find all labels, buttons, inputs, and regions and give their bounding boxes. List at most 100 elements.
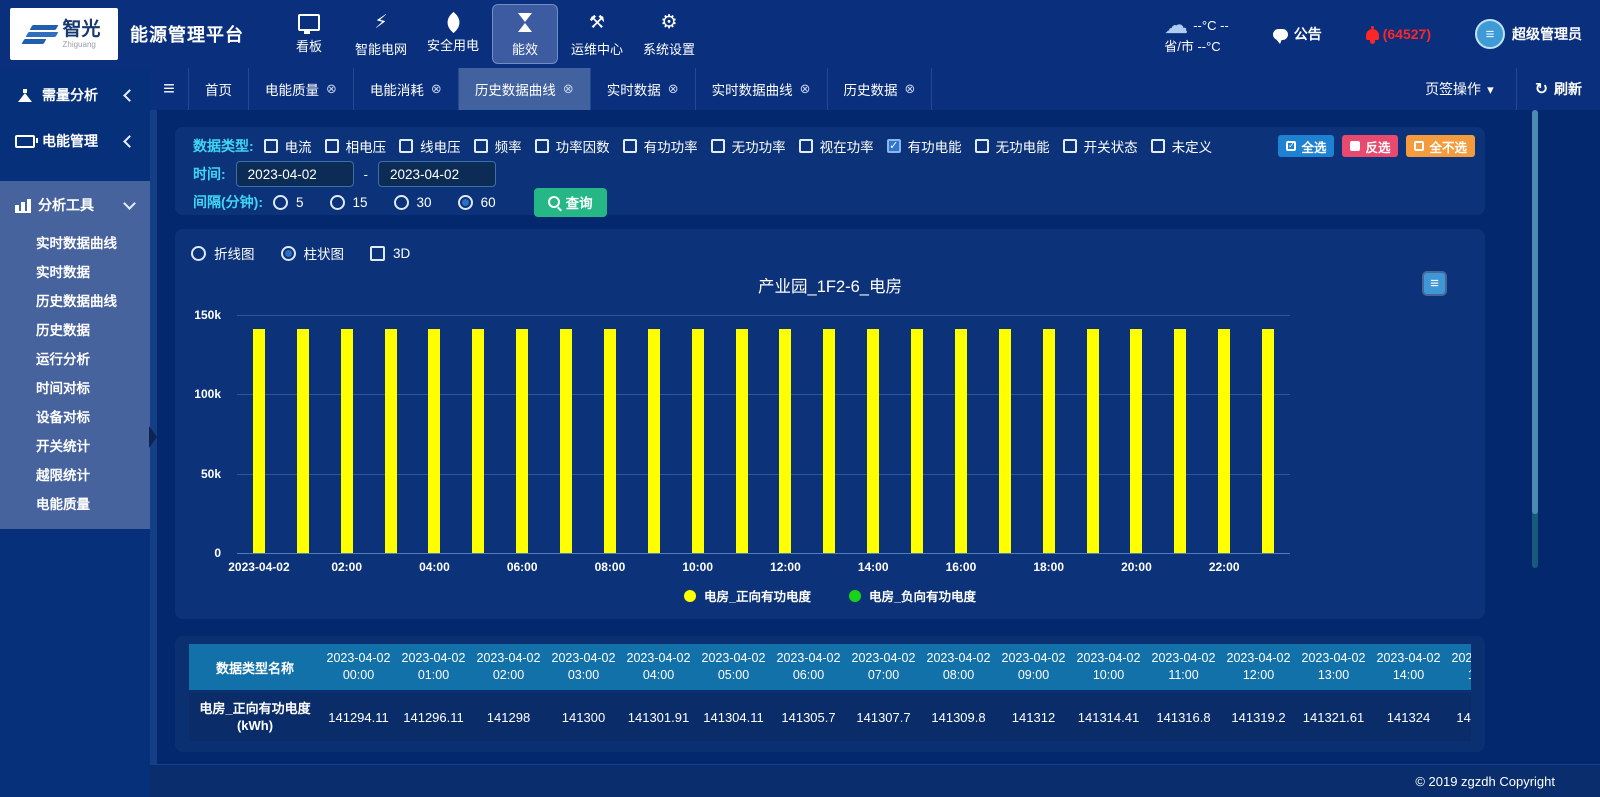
checkbox-icon [399,139,413,153]
gears-icon [660,10,677,34]
checkbox-icon [1063,139,1077,153]
chart-title: 产业园_1F2-6_电房 [175,273,1485,297]
table-row-label: 电房_正向有功电度 (kWh) [189,693,321,741]
chart-type-柱状图[interactable]: 柱状图 [281,243,345,263]
tab-close-icon[interactable] [800,81,811,97]
x-axis-labels: 2023-04-0202:0004:0006:0008:0010:0012:00… [237,560,1290,580]
topnav-item-系统设置[interactable]: 系统设置 [636,4,702,64]
datatype-checkbox-线电压[interactable]: 线电压 [399,136,461,156]
sidebar-collapse-handle[interactable] [149,426,157,448]
tab-close-icon[interactable] [563,81,574,97]
sidebar-item-实时数据[interactable]: 实时数据 [0,256,150,285]
tab-close-icon[interactable] [326,81,337,97]
refresh-button[interactable]: 刷新 [1516,68,1600,110]
table-col-header: 2023-04-0202:00 [471,644,546,690]
tab-close-icon[interactable] [668,81,679,97]
legend-item-电房_负向有功电度[interactable]: 电房_负向有功电度 [849,586,976,605]
sidebar-item-开关统计[interactable]: 开关统计 [0,430,150,459]
chevron-down-icon [123,197,136,210]
x-axis-label: 06:00 [507,560,538,574]
datatype-checkbox-有功功率[interactable]: 有功功率 [623,136,698,156]
sidebar-group-header-需量分析[interactable]: 需量分析 [0,73,150,117]
interval-radio-5[interactable]: 5 [273,195,304,210]
query-label: 查询 [566,192,593,212]
select-button-反选[interactable]: 反选 [1342,135,1398,157]
sidebar-item-实时数据曲线[interactable]: 实时数据曲线 [0,227,150,256]
tab-close-icon[interactable] [431,81,442,97]
tab-close-icon[interactable] [905,81,916,97]
sidebar-item-电能质量[interactable]: 电能质量 [0,488,150,517]
sidebar-group-header-分析工具[interactable]: 分析工具 [0,183,150,227]
vertical-scrollbar-thumb[interactable] [1532,110,1538,514]
tabbar-right: 页签操作 刷新 [1403,68,1600,110]
query-button[interactable]: 查询 [534,188,607,217]
weather-widget[interactable]: --°C -- 省/市 --°C [1164,14,1229,55]
interval-radio-15[interactable]: 15 [330,195,368,210]
tab-menu-button[interactable] [150,68,189,110]
tab-历史数据[interactable]: 历史数据 [828,68,933,110]
topnav-item-安全用电[interactable]: 安全用电 [420,4,486,64]
topnav-item-智能电网[interactable]: 智能电网 [348,4,414,64]
announcement-button[interactable]: 公告 [1273,24,1322,44]
sidebar-item-历史数据曲线[interactable]: 历史数据曲线 [0,285,150,314]
sidebar-group-header-电能管理[interactable]: 电能管理 [0,119,150,163]
interval-radios: 5 15 30 60 [273,195,522,210]
weather-temp: --°C -- [1193,17,1229,34]
datatype-checkbox-无功电能[interactable]: 无功电能 [975,136,1050,156]
tab-电能消耗[interactable]: 电能消耗 [354,68,459,110]
datatype-checkbox-未定义[interactable]: 未定义 [1151,136,1213,156]
checkbox-label: 未定义 [1172,136,1213,156]
chart-type-3D[interactable]: 3D [370,246,410,261]
datatype-checkbox-开关状态[interactable]: 开关状态 [1063,136,1138,156]
table-col-header: 2023-04-0204:00 [621,644,696,690]
topnav-item-运维中心[interactable]: 运维中心 [564,4,630,64]
bar [1262,329,1274,553]
datatype-checkbox-无功功率[interactable]: 无功功率 [711,136,786,156]
select-button-全选[interactable]: 全选 [1278,135,1334,157]
user-menu[interactable]: 超级管理员 [1475,19,1582,49]
datatype-checkbox-频率[interactable]: 频率 [474,136,522,156]
tab-首页[interactable]: 首页 [189,68,249,110]
sidebar-item-历史数据[interactable]: 历史数据 [0,314,150,343]
datatype-checkbox-视在功率[interactable]: 视在功率 [799,136,874,156]
alarm-button[interactable]: (64527) [1366,26,1431,42]
topnav-item-label: 能效 [512,39,538,58]
topnav-item-label: 智能电网 [355,39,407,58]
app-title: 能源管理平台 [130,21,244,47]
chart-panel: 折线图柱状图3D 产业园_1F2-6_电房 150k100k50k0 2023-… [175,229,1485,619]
bar [1130,329,1142,553]
checkbox-label: 有功电能 [908,136,962,156]
tab-实时数据曲线[interactable]: 实时数据曲线 [696,68,828,110]
interval-radio-60[interactable]: 60 [458,195,496,210]
chart-type-label: 折线图 [214,243,255,263]
chart-type-折线图[interactable]: 折线图 [191,243,255,263]
tab-label: 首页 [205,79,232,99]
x-axis-label: 2023-04-02 [228,560,289,574]
topnav-item-能效[interactable]: 能效 [492,4,558,64]
sidebar-item-时间对标[interactable]: 时间对标 [0,372,150,401]
vertical-scrollbar-track[interactable] [1532,110,1538,568]
sidebar-item-越限统计[interactable]: 越限统计 [0,459,150,488]
tab-电能质量[interactable]: 电能质量 [249,68,354,110]
logo[interactable]: 智光 Zhiguang [10,8,118,60]
sidebar-item-设备对标[interactable]: 设备对标 [0,401,150,430]
legend-item-电房_正向有功电度[interactable]: 电房_正向有功电度 [684,586,811,605]
datatype-checkbox-电流[interactable]: 电流 [264,136,312,156]
sidebar-item-运行分析[interactable]: 运行分析 [0,343,150,372]
tab-label: 电能质量 [265,79,319,99]
time-to-input[interactable]: 2023-04-02 [378,161,496,187]
datatype-checkbox-相电压[interactable]: 相电压 [325,136,387,156]
datatype-checkbox-功率因数[interactable]: 功率因数 [535,136,610,156]
datatype-checkbox-有功电能[interactable]: 有功电能 [887,136,962,156]
bar-slot [1202,315,1246,553]
tab-实时数据[interactable]: 实时数据 [591,68,696,110]
time-from-input[interactable]: 2023-04-02 [236,161,354,187]
interval-radio-30[interactable]: 30 [394,195,432,210]
topnav-item-看板[interactable]: 看板 [276,4,342,64]
cloud-icon [1164,14,1188,38]
select-button-全不选[interactable]: 全不选 [1406,135,1475,157]
tab-operations-button[interactable]: 页签操作 [1403,68,1516,110]
checkbox-icon [887,139,901,153]
tab-历史数据曲线[interactable]: 历史数据曲线 [459,68,591,110]
chart-toolbox-icon[interactable] [1424,273,1445,294]
